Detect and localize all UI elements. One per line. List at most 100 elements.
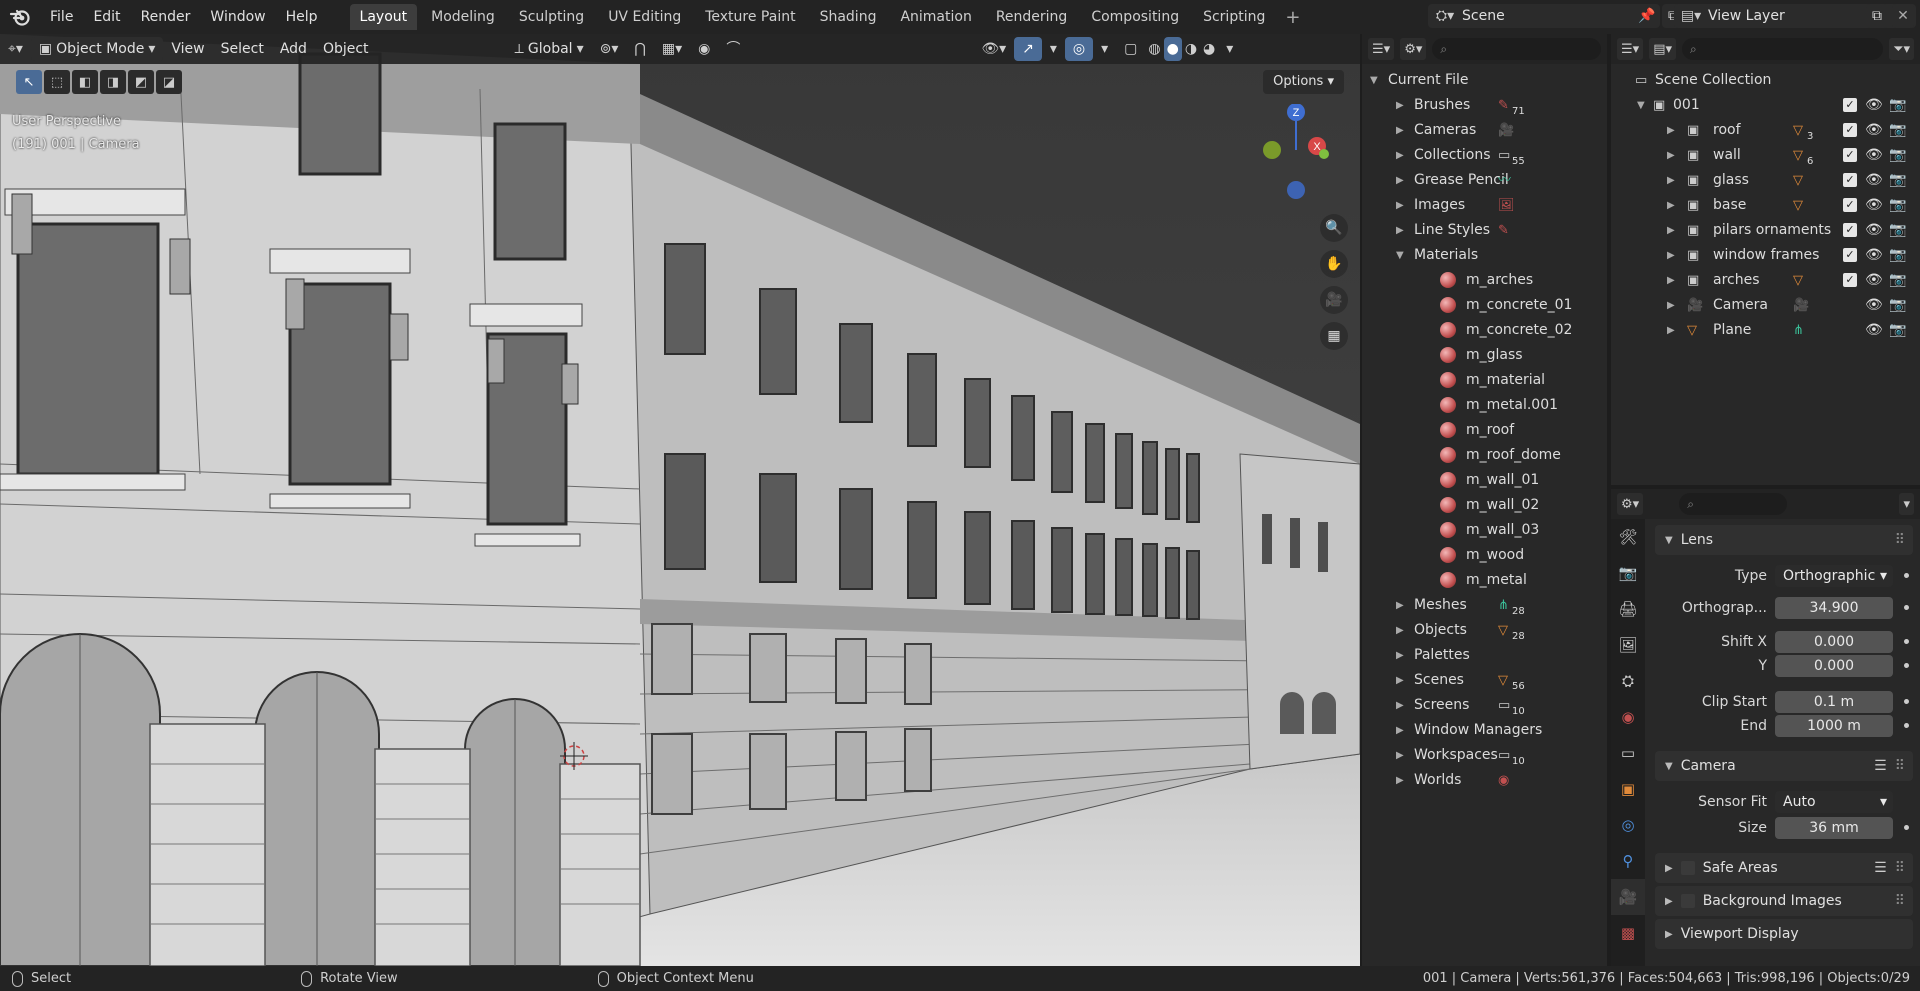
display-mode-button[interactable]: ⚙▾	[1400, 38, 1427, 60]
blender-logo-icon[interactable]	[0, 0, 40, 34]
sensor-fit-dropdown[interactable]: Auto ▾	[1775, 791, 1893, 813]
viewport-display-panel-header[interactable]: ▶ Viewport Display	[1655, 919, 1913, 949]
zoom-icon[interactable]: 🔍	[1320, 214, 1348, 242]
tab-texture-paint[interactable]: Texture Paint	[695, 4, 805, 30]
tree-item-workspaces[interactable]: ▶ Workspaces ▭ 10	[1362, 743, 1607, 768]
exclude-checkbox[interactable]: ✓	[1843, 248, 1857, 262]
exclude-checkbox[interactable]: ✓	[1843, 198, 1857, 212]
eye-icon[interactable]: 👁	[1865, 243, 1883, 268]
world-tab-icon[interactable]: ◉	[1611, 699, 1645, 735]
properties-options-button[interactable]: ▾	[1899, 493, 1914, 515]
eye-icon[interactable]: 👁	[1865, 318, 1883, 343]
render-camera-icon[interactable]: 📷	[1889, 268, 1906, 293]
tree-item-materials[interactable]: ▼ Materials	[1362, 243, 1607, 268]
chevron-right-icon[interactable]: ▶	[1396, 193, 1404, 218]
chevron-right-icon[interactable]: ▶	[1396, 743, 1404, 768]
object-tab-icon[interactable]: ▣	[1611, 771, 1645, 807]
tab-shading[interactable]: Shading	[810, 4, 887, 30]
tab-rendering[interactable]: Rendering	[986, 4, 1078, 30]
chevron-right-icon[interactable]: ▶	[1667, 293, 1675, 318]
xray-toggle[interactable]: ▢	[1116, 37, 1145, 61]
camera-panel-header[interactable]: ▼ Camera ☰ ⠿	[1655, 751, 1913, 781]
tree-item-objects[interactable]: ▶ Objects ▽ 28	[1362, 618, 1607, 643]
tree-item-material[interactable]: m_concrete_01	[1362, 293, 1607, 318]
clip-start-field[interactable]: 0.1 m	[1775, 691, 1893, 713]
tab-uv-editing[interactable]: UV Editing	[598, 4, 691, 30]
chevron-right-icon[interactable]: ▶	[1396, 593, 1404, 618]
tree-item-arches[interactable]: ▶ arches ▣ ▽ ✓ 👁 📷	[1611, 268, 1920, 293]
render-camera-icon[interactable]: 📷	[1889, 193, 1906, 218]
menu-add[interactable]: Add	[272, 37, 315, 61]
exclude-checkbox[interactable]: ✓	[1843, 123, 1857, 137]
tree-item-wall[interactable]: ▶ wall ▣ ▽ 6 ✓ 👁 📷	[1611, 143, 1920, 168]
eye-icon[interactable]: 👁	[1865, 168, 1883, 193]
falloff-button[interactable]: ⌒	[718, 37, 748, 61]
lens-panel-header[interactable]: ▼ Lens ⠿	[1655, 525, 1913, 555]
drag-handle-icon[interactable]: ⠿	[1895, 532, 1905, 548]
select-box-icon[interactable]: ⬚	[44, 70, 70, 94]
properties-type-button[interactable]: ⚙▾	[1617, 493, 1644, 515]
visibility-button[interactable]: 👁▾	[973, 37, 1014, 61]
tree-item-material[interactable]: m_material	[1362, 368, 1607, 393]
menu-file[interactable]: File	[40, 0, 83, 34]
chevron-right-icon[interactable]: ▶	[1396, 718, 1404, 743]
display-mode-button[interactable]: ▤▾	[1649, 38, 1676, 60]
chevron-right-icon[interactable]: ▶	[1667, 243, 1675, 268]
overlay-dropdown[interactable]: ▾	[1093, 37, 1116, 61]
tree-item-brushes[interactable]: ▶ Brushes ✎ 71	[1362, 93, 1607, 118]
tree-item-base[interactable]: ▶ base ▣ ▽ ✓ 👁 📷	[1611, 193, 1920, 218]
render-camera-icon[interactable]: 📷	[1889, 243, 1906, 268]
tree-item-meshes[interactable]: ▶ Meshes ⋔ 28	[1362, 593, 1607, 618]
tree-item-material[interactable]: m_wall_02	[1362, 493, 1607, 518]
mode-dropdown[interactable]: ▣ Object Mode ▾	[30, 37, 164, 61]
outliner-file-search[interactable]: ⌕	[1432, 38, 1601, 60]
tree-item-material[interactable]: m_metal	[1362, 568, 1607, 593]
shift-y-field[interactable]: 0.000	[1775, 655, 1893, 677]
ortho-scale-field[interactable]: 34.900	[1775, 597, 1893, 619]
chevron-right-icon[interactable]: ▶	[1396, 618, 1404, 643]
render-camera-icon[interactable]: 📷	[1889, 218, 1906, 243]
render-camera-icon[interactable]: 📷	[1889, 118, 1906, 143]
menu-help[interactable]: Help	[276, 0, 328, 34]
transform-orientation-dropdown[interactable]: ⟂ Global ▾	[507, 37, 592, 61]
gizmo-dropdown[interactable]: ▾	[1042, 37, 1065, 61]
tree-item-material[interactable]: m_wall_03	[1362, 518, 1607, 543]
tree-item-collection-001[interactable]: ▼ 001 ▣ ✓ 👁 📷	[1611, 93, 1920, 118]
outliner-type-button[interactable]: ☰▾	[1617, 38, 1644, 60]
render-camera-icon[interactable]: 📷	[1889, 293, 1906, 318]
select-intersect-icon[interactable]: ◪	[156, 70, 182, 94]
snap-target-button[interactable]: ▦▾	[654, 37, 690, 61]
camera-data-tab-icon[interactable]: 🎥	[1611, 879, 1645, 915]
delete-view-layer-icon[interactable]: ✕	[1892, 4, 1914, 28]
properties-search[interactable]: ⌕	[1679, 493, 1788, 515]
snap-button[interactable]: ⋂	[626, 37, 653, 61]
pivot-point-button[interactable]: ⊚▾	[592, 37, 627, 61]
select-invert-icon[interactable]: ◩	[128, 70, 154, 94]
tab-animation[interactable]: Animation	[890, 4, 981, 30]
chevron-right-icon[interactable]: ▶	[1396, 168, 1404, 193]
tweak-tool-icon[interactable]: ↖	[16, 70, 42, 94]
overlay-toggle[interactable]: ◎	[1064, 37, 1094, 61]
navigation-gizmo[interactable]: Z X	[1260, 103, 1340, 214]
tree-item-material[interactable]: m_wood	[1362, 543, 1607, 568]
exclude-checkbox[interactable]: ✓	[1843, 223, 1857, 237]
presets-icon[interactable]: ☰	[1874, 860, 1887, 876]
menu-object[interactable]: Object	[315, 37, 377, 61]
tree-item-material[interactable]: m_glass	[1362, 343, 1607, 368]
scene-selector[interactable]: ⛭▾ Scene 📌	[1428, 4, 1660, 28]
tree-item-cameras[interactable]: ▶ Cameras 🎥	[1362, 118, 1607, 143]
3d-viewport[interactable]: ⌖▾ ▣ Object Mode ▾ View Select Add Objec…	[0, 34, 1360, 966]
menu-window[interactable]: Window	[200, 0, 275, 34]
select-extend-icon[interactable]: ◧	[72, 70, 98, 94]
chevron-down-icon[interactable]: ▼	[1637, 93, 1645, 118]
collection-tab-icon[interactable]: ▭	[1611, 735, 1645, 771]
tree-item-material[interactable]: m_roof_dome	[1362, 443, 1607, 468]
tree-item-images[interactable]: ▶ Images 🖼	[1362, 193, 1607, 218]
output-tab-icon[interactable]: 🖨	[1611, 591, 1645, 627]
select-subtract-icon[interactable]: ◨	[100, 70, 126, 94]
outliner-scene-search[interactable]: ⌕	[1682, 38, 1884, 60]
render-camera-icon[interactable]: 📷	[1889, 318, 1906, 343]
tree-item-pilars-ornaments[interactable]: ▶ pilars ornaments ▣ ✓ 👁 📷	[1611, 218, 1920, 243]
chevron-right-icon[interactable]: ▶	[1667, 143, 1675, 168]
tree-item-material[interactable]: m_concrete_02	[1362, 318, 1607, 343]
